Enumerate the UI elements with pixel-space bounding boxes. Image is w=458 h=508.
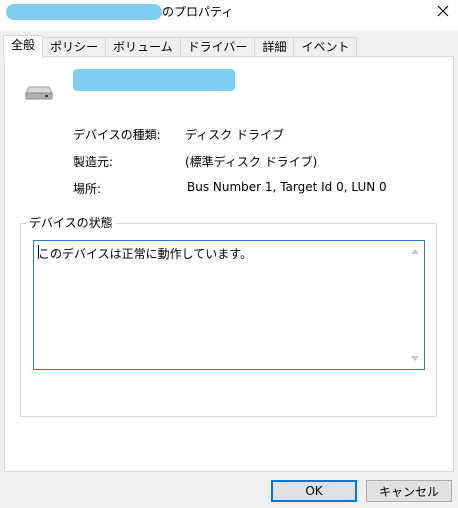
ok-button[interactable]: OK (271, 480, 357, 502)
scroll-down-arrow-icon[interactable] (411, 356, 419, 361)
status-scrollbar[interactable] (408, 241, 424, 369)
location-value: Bus Number 1, Target Id 0, LUN 0 (187, 180, 387, 194)
tab-events[interactable]: イベント (293, 37, 358, 57)
device-status-legend: デバイスの状態 (26, 216, 116, 230)
close-button[interactable] (428, 0, 458, 22)
tab-details[interactable]: 詳細 (254, 37, 295, 57)
redacted-device-name (73, 69, 235, 91)
device-status-textbox[interactable]: このデバイスは正常に動作しています。 (33, 240, 425, 370)
manufacturer-label: 製造元: (73, 155, 114, 169)
general-tab-panel: デバイスの種類: ディスク ドライブ 製造元: (標準ディスク ドライブ) 場所… (4, 56, 454, 472)
close-icon (437, 5, 449, 17)
title-bar: のプロパティ (0, 0, 458, 30)
text-caret (38, 245, 39, 259)
device-type-value: ディスク ドライブ (185, 128, 284, 142)
device-properties-dialog: のプロパティ 全般 ポリシー ボリューム ドライバー 詳細 イベント デバイスの… (0, 0, 458, 508)
window-title: のプロパティ (162, 5, 234, 19)
tab-general[interactable]: 全般 (3, 35, 44, 58)
redacted-device-name-title (6, 4, 162, 20)
device-status-text: このデバイスは正常に動作しています。 (38, 247, 253, 261)
tab-strip: 全般 ポリシー ボリューム ドライバー 詳細 イベント (3, 35, 358, 58)
device-status-group: デバイスの状態 このデバイスは正常に動作しています。 (20, 216, 437, 417)
tab-driver[interactable]: ドライバー (179, 37, 256, 57)
disk-drive-icon (25, 86, 53, 100)
scroll-up-arrow-icon[interactable] (411, 249, 419, 254)
location-label: 場所: (73, 182, 102, 196)
tab-policies[interactable]: ポリシー (42, 37, 107, 57)
device-type-label: デバイスの種類: (73, 128, 161, 142)
manufacturer-value: (標準ディスク ドライブ) (185, 155, 318, 169)
cancel-button[interactable]: キャンセル (366, 480, 452, 502)
tab-volumes[interactable]: ボリューム (105, 37, 181, 57)
